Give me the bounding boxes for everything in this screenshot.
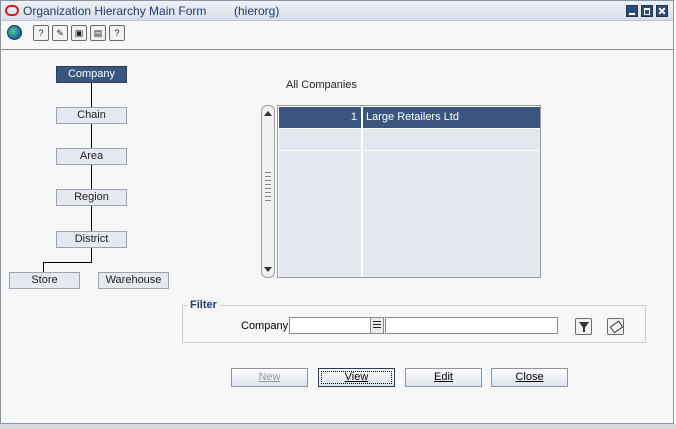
company-number-cell[interactable] bbox=[279, 193, 361, 214]
new-button[interactable]: New bbox=[231, 368, 308, 387]
tree-connector bbox=[91, 124, 92, 148]
background-strip bbox=[0, 424, 676, 429]
close-button[interactable]: Close bbox=[491, 368, 568, 387]
table-row[interactable] bbox=[279, 151, 540, 172]
clear-filter-icon[interactable] bbox=[607, 318, 624, 335]
companies-grid: 1 Large Retailers Ltd bbox=[277, 105, 541, 278]
company-name-cell[interactable] bbox=[363, 214, 540, 235]
company-name-cell[interactable] bbox=[363, 172, 540, 193]
save-icon[interactable]: ▣ bbox=[71, 25, 87, 41]
filter-company-input[interactable] bbox=[289, 317, 371, 334]
globe-icon[interactable] bbox=[7, 25, 22, 40]
hierarchy-node-district[interactable]: District bbox=[56, 231, 127, 248]
close-window-button[interactable] bbox=[656, 5, 668, 17]
table-row[interactable]: 1 Large Retailers Ltd bbox=[279, 107, 540, 128]
company-name-cell[interactable] bbox=[363, 235, 540, 256]
maximize-button[interactable] bbox=[641, 5, 653, 17]
tree-connector bbox=[43, 262, 92, 263]
tree-connector bbox=[91, 248, 92, 262]
help-icon[interactable]: ? bbox=[33, 25, 49, 41]
table-row[interactable] bbox=[279, 129, 540, 150]
hierarchy-node-store[interactable]: Store bbox=[9, 272, 80, 289]
company-number-cell[interactable] bbox=[279, 129, 361, 150]
hierarchy-node-company[interactable]: Company bbox=[56, 66, 127, 83]
company-number-cell[interactable]: 1 bbox=[279, 107, 361, 128]
grid-scrollbar[interactable] bbox=[261, 105, 275, 278]
filter-company-label: Company bbox=[241, 320, 289, 332]
table-row[interactable] bbox=[279, 172, 540, 193]
print-icon[interactable]: ▤ bbox=[90, 25, 106, 41]
query-icon[interactable]: ✎ bbox=[52, 25, 68, 41]
window-title: Organization Hierarchy Main Form bbox=[23, 4, 207, 18]
company-name-cell[interactable]: Large Retailers Ltd bbox=[363, 107, 540, 128]
company-name-cell[interactable] bbox=[363, 129, 540, 150]
apply-filter-icon[interactable] bbox=[575, 318, 592, 335]
company-number-cell[interactable] bbox=[279, 235, 361, 256]
hierarchy-node-region[interactable]: Region bbox=[56, 189, 127, 206]
toolbar: ? ✎ ▣ ▤ ? bbox=[3, 24, 673, 44]
help-question-icon[interactable]: ? bbox=[109, 25, 125, 41]
view-button[interactable]: View bbox=[318, 368, 395, 387]
oracle-logo-icon bbox=[5, 5, 19, 16]
tree-connector bbox=[91, 83, 92, 107]
company-number-cell[interactable] bbox=[279, 151, 361, 172]
toolbar-divider bbox=[1, 49, 673, 50]
company-number-cell[interactable] bbox=[279, 214, 361, 235]
main-window: Organization Hierarchy Main Form (hieror… bbox=[0, 0, 674, 424]
scroll-up-icon[interactable] bbox=[264, 111, 272, 116]
company-name-cell[interactable] bbox=[363, 256, 540, 277]
company-name-cell[interactable] bbox=[363, 193, 540, 214]
hierarchy-node-area[interactable]: Area bbox=[56, 148, 127, 165]
filter-company-description bbox=[385, 317, 558, 334]
form-code: (hierorg) bbox=[234, 4, 280, 18]
table-row[interactable] bbox=[279, 214, 540, 235]
table-row[interactable] bbox=[279, 235, 540, 256]
title-bar: Organization Hierarchy Main Form (hieror… bbox=[1, 1, 673, 21]
edit-button[interactable]: Edit bbox=[405, 368, 482, 387]
tree-connector bbox=[91, 206, 92, 231]
company-number-cell[interactable] bbox=[279, 172, 361, 193]
company-number-cell[interactable] bbox=[279, 256, 361, 277]
company-name-cell[interactable] bbox=[363, 151, 540, 172]
tree-connector bbox=[43, 262, 44, 272]
hierarchy-node-chain[interactable]: Chain bbox=[56, 107, 127, 124]
table-row[interactable] bbox=[279, 256, 540, 277]
minimize-button[interactable] bbox=[626, 5, 638, 17]
hierarchy-node-warehouse[interactable]: Warehouse bbox=[98, 272, 169, 289]
grid-label: All Companies bbox=[286, 79, 357, 91]
filter-title: Filter bbox=[187, 299, 220, 311]
scroll-grip-icon[interactable] bbox=[265, 172, 271, 202]
table-row[interactable] bbox=[279, 193, 540, 214]
scroll-down-icon[interactable] bbox=[264, 267, 272, 272]
list-of-values-icon[interactable] bbox=[370, 317, 384, 334]
tree-connector bbox=[91, 165, 92, 189]
